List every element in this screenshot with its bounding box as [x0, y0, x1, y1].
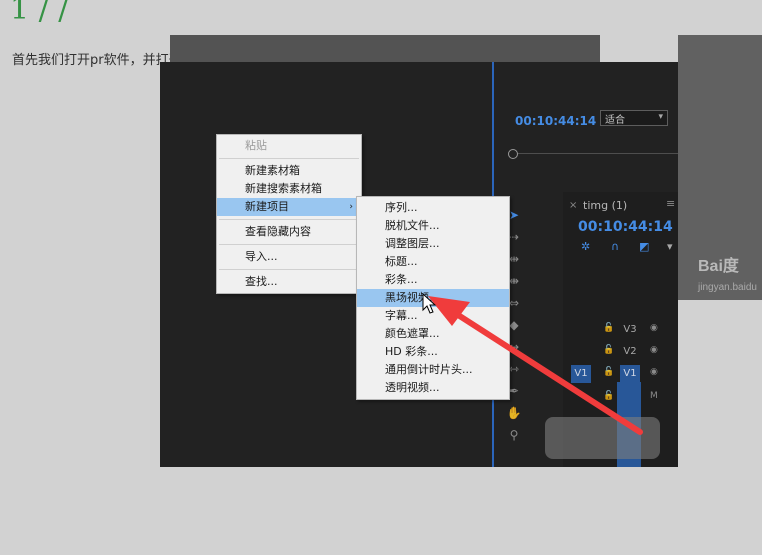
annotation-arrow [422, 292, 643, 435]
red-arrow-icon [428, 296, 643, 435]
